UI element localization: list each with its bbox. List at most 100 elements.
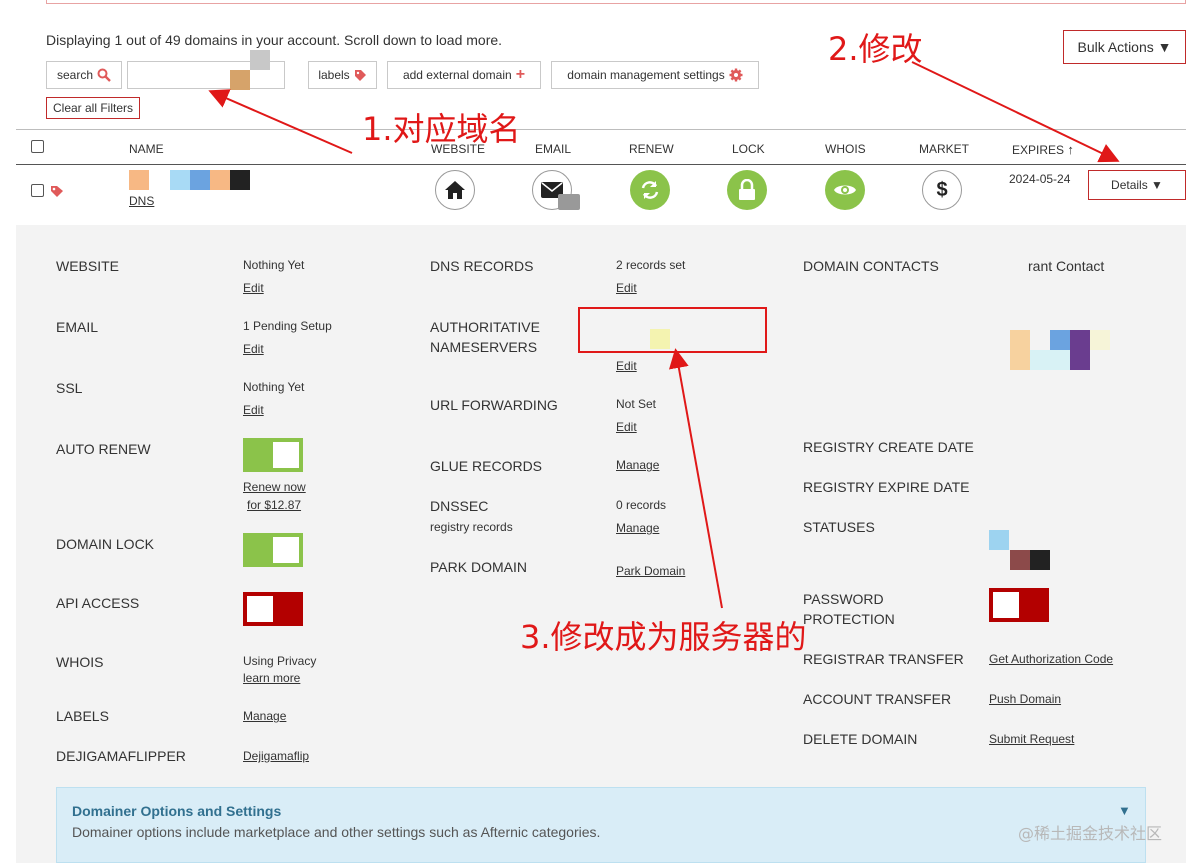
url-forwarding-label: URL FORWARDING bbox=[430, 397, 558, 413]
domain-count-text: Displaying 1 out of 49 domains in your a… bbox=[46, 32, 503, 48]
add-external-domain-button[interactable]: add external domain + bbox=[387, 61, 541, 89]
ssl-edit-link[interactable]: Edit bbox=[243, 403, 264, 417]
home-icon bbox=[445, 181, 465, 199]
labels-label: labels bbox=[318, 68, 350, 82]
search-button[interactable]: search bbox=[46, 61, 122, 89]
toggle-knob bbox=[273, 537, 299, 563]
column-header-email[interactable]: EMAIL bbox=[535, 142, 571, 156]
column-header-name[interactable]: NAME bbox=[129, 142, 164, 156]
domainer-options-title[interactable]: Domainer Options and Settings bbox=[72, 803, 281, 819]
row-checkbox[interactable] bbox=[31, 184, 44, 197]
get-authorization-code-link[interactable]: Get Authorization Code bbox=[989, 652, 1113, 666]
registrar-transfer-label: REGISTRAR TRANSFER bbox=[803, 651, 964, 667]
renew-price-link[interactable]: for $12.87 bbox=[247, 498, 301, 512]
details-dropdown-button[interactable]: Details ▼ bbox=[1088, 170, 1186, 200]
authoritative-label: AUTHORITATIVE bbox=[430, 319, 540, 335]
dejigamaflipper-label: DEJIGAMAFLIPPER bbox=[56, 748, 186, 764]
domain-contacts-value: rant Contact bbox=[1028, 258, 1105, 274]
whois-label: WHOIS bbox=[56, 654, 104, 670]
push-domain-link[interactable]: Push Domain bbox=[989, 692, 1061, 706]
url-forwarding-edit-link[interactable]: Edit bbox=[616, 420, 637, 434]
labels-label: LABELS bbox=[56, 708, 109, 724]
whois-button[interactable] bbox=[825, 170, 865, 210]
glue-records-label: GLUE RECORDS bbox=[430, 458, 543, 474]
redacted-block bbox=[190, 170, 210, 190]
redacted-block bbox=[129, 170, 149, 190]
top-panel-edge bbox=[46, 0, 1186, 4]
chevron-down-icon[interactable]: ▼ bbox=[1118, 803, 1131, 818]
lock-icon bbox=[739, 179, 755, 200]
registry-expire-date-label: REGISTRY EXPIRE DATE bbox=[803, 479, 970, 495]
toggle-knob bbox=[273, 442, 299, 468]
column-header-renew[interactable]: RENEW bbox=[629, 142, 674, 156]
domain-management-settings-button[interactable]: domain management settings bbox=[551, 61, 759, 89]
lock-button[interactable] bbox=[727, 170, 767, 210]
redacted-block bbox=[1030, 550, 1050, 570]
dns-records-edit-link[interactable]: Edit bbox=[616, 281, 637, 295]
column-header-whois[interactable]: WHOIS bbox=[825, 142, 866, 156]
park-domain-link[interactable]: Park Domain bbox=[616, 564, 685, 578]
redacted-block bbox=[230, 170, 250, 190]
website-button[interactable] bbox=[435, 170, 475, 210]
park-domain-label: PARK DOMAIN bbox=[430, 559, 527, 575]
watermark-text: @稀土掘金技术社区 bbox=[1018, 824, 1163, 843]
column-header-lock[interactable]: LOCK bbox=[732, 142, 765, 156]
nameservers-edit-link[interactable]: Edit bbox=[616, 359, 637, 373]
url-forwarding-value: Not Set bbox=[616, 397, 657, 411]
email-edit-link[interactable]: Edit bbox=[243, 342, 264, 356]
glue-records-manage-link[interactable]: Manage bbox=[616, 458, 659, 472]
market-button[interactable]: $ bbox=[922, 170, 962, 210]
website-edit-link[interactable]: Edit bbox=[243, 281, 264, 295]
password-protection-toggle[interactable] bbox=[989, 588, 1049, 622]
redacted-block bbox=[230, 70, 250, 90]
learn-more-link[interactable]: learn more bbox=[243, 671, 300, 685]
redacted-block bbox=[1070, 330, 1090, 370]
dejigamaflip-link[interactable]: Dejigamaflip bbox=[243, 749, 309, 763]
renew-now-link[interactable]: Renew now bbox=[243, 480, 306, 494]
dns-records-value: 2 records set bbox=[616, 258, 686, 272]
api-access-toggle[interactable] bbox=[243, 592, 303, 626]
dnssec-value: 0 records bbox=[616, 498, 667, 512]
clear-filters-button[interactable]: Clear all Filters bbox=[46, 97, 140, 119]
renew-button[interactable] bbox=[630, 170, 670, 210]
redacted-block bbox=[989, 530, 1009, 550]
dnssec-sub-label: registry records bbox=[430, 520, 513, 534]
annotation-step-3: 3.修改成为服务器的 bbox=[520, 618, 807, 656]
dms-label: domain management settings bbox=[567, 68, 725, 82]
redacted-block bbox=[1010, 330, 1030, 370]
auto-renew-toggle[interactable] bbox=[243, 438, 303, 472]
annotation-step-1: 1.对应域名 bbox=[362, 110, 521, 148]
redacted-block bbox=[1030, 350, 1070, 370]
domain-lock-toggle[interactable] bbox=[243, 533, 303, 567]
dollar-icon: $ bbox=[936, 178, 948, 201]
tag-icon[interactable] bbox=[50, 184, 64, 198]
account-transfer-label: ACCOUNT TRANSFER bbox=[803, 691, 952, 707]
website-label: WEBSITE bbox=[56, 258, 120, 274]
table-top-border bbox=[16, 129, 1186, 130]
dnssec-manage-link[interactable]: Manage bbox=[616, 521, 659, 535]
select-all-checkbox[interactable] bbox=[31, 140, 44, 153]
toggle-knob bbox=[993, 592, 1019, 618]
toggle-knob bbox=[247, 596, 273, 622]
ssl-value: Nothing Yet bbox=[243, 380, 305, 394]
labels-filter-button[interactable]: labels bbox=[308, 61, 377, 89]
nameservers-label: NAMESERVERS bbox=[430, 339, 538, 355]
search-icon bbox=[97, 68, 111, 82]
labels-manage-link[interactable]: Manage bbox=[243, 709, 286, 723]
annotation-box-nameservers bbox=[578, 307, 767, 353]
sort-arrow-up-icon: ↑ bbox=[1067, 142, 1074, 157]
redacted-block bbox=[210, 170, 230, 190]
column-header-expires[interactable]: EXPIRES ↑ bbox=[1012, 142, 1074, 157]
table-header-border bbox=[16, 164, 1186, 165]
arrow-to-search bbox=[208, 89, 353, 154]
domainer-options-desc: Domainer options include marketplace and… bbox=[72, 824, 601, 840]
column-header-market[interactable]: MARKET bbox=[919, 142, 969, 156]
delete-domain-label: DELETE DOMAIN bbox=[803, 731, 918, 747]
redacted-block bbox=[170, 170, 190, 190]
submit-request-link[interactable]: Submit Request bbox=[989, 732, 1074, 746]
redacted-block bbox=[1050, 330, 1070, 350]
dns-records-label: DNS RECORDS bbox=[430, 258, 534, 274]
plus-icon: + bbox=[515, 66, 526, 83]
bulk-actions-button[interactable]: Bulk Actions ▼ bbox=[1063, 30, 1186, 64]
dns-link[interactable]: DNS bbox=[129, 194, 154, 208]
